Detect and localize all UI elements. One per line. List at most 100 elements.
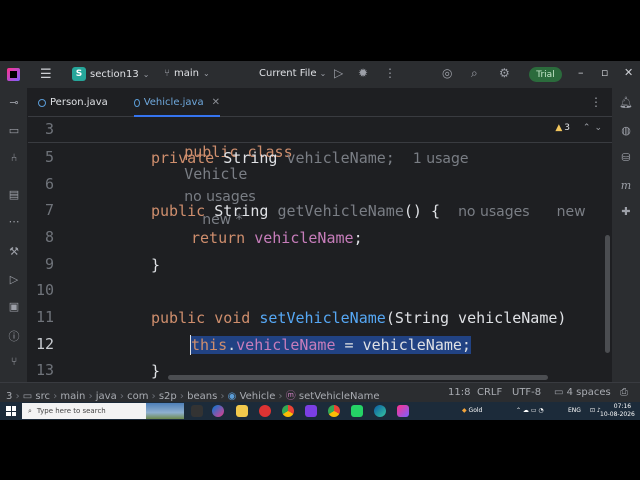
vertical-scrollbar[interactable] bbox=[605, 235, 610, 353]
tray-icons[interactable]: ⌃ ☁ ▭ ◔ bbox=[516, 407, 544, 414]
ai-chat-icon[interactable]: ◍ bbox=[612, 124, 640, 137]
line-number: 5 bbox=[44, 148, 54, 166]
prev-next-highlight-arrows[interactable]: ⌃⌄ bbox=[583, 123, 606, 133]
chrome-icon[interactable] bbox=[328, 405, 340, 417]
code-line: public void setVehicleName(String vehicl… bbox=[151, 309, 567, 327]
right-tool-strip: 🔔︎ ◍ ⛁ m ✚ bbox=[612, 88, 640, 382]
minimize-icon[interactable]: – bbox=[578, 66, 584, 79]
chevron-down-icon: ⌄ bbox=[142, 69, 150, 79]
project-selector[interactable]: S section13 ⌄ bbox=[72, 67, 149, 81]
run-tool-icon[interactable]: ▷ bbox=[0, 273, 28, 286]
plugins-icon[interactable]: ✚ bbox=[612, 205, 640, 218]
branch-name: main bbox=[174, 68, 199, 79]
app-icon[interactable] bbox=[305, 405, 317, 417]
commit-icon[interactable]: ⊸ bbox=[0, 96, 28, 109]
clock[interactable]: 07:16 10-08-2026 bbox=[600, 403, 635, 419]
git-branch-icon: ⑂ bbox=[164, 68, 170, 79]
left-tool-strip: ⊸ ▭ ⑃ ▤ ⋯ ⚒ ▷ ▣ ⓘ ⑂ bbox=[0, 88, 28, 382]
tab-person-java[interactable]: Person.java bbox=[38, 88, 122, 117]
code-editor[interactable]: 3 public class Vehicle no usages new * ▲… bbox=[28, 117, 612, 382]
structure-icon[interactable]: ▤ bbox=[0, 188, 28, 201]
database-icon[interactable]: ⛁ bbox=[612, 151, 640, 164]
branch-selector[interactable]: ⑂ main ⌄ bbox=[164, 68, 210, 79]
usage-hint[interactable]: 1 usage bbox=[413, 151, 469, 167]
project-badge: S bbox=[72, 67, 86, 81]
chevron-down-icon: ⌄ bbox=[319, 69, 327, 78]
chrome-icon[interactable] bbox=[282, 405, 294, 417]
debug-icon[interactable]: ✹ bbox=[358, 66, 368, 80]
windows-start-icon[interactable] bbox=[6, 406, 16, 416]
breadcrumb-item[interactable]: main bbox=[60, 391, 85, 402]
run-configuration-selector[interactable]: Current File ⌄ bbox=[259, 68, 326, 79]
notifications-bell-icon[interactable]: 🔔︎ bbox=[612, 96, 640, 109]
pull-requests-icon[interactable]: ⑃ bbox=[0, 151, 28, 164]
search-highlight-image bbox=[146, 403, 184, 419]
file-explorer-icon[interactable] bbox=[236, 405, 248, 417]
indent-selector[interactable]: ▭ 4 spaces bbox=[554, 387, 611, 398]
hamburger-menu-icon[interactable]: ☰ bbox=[40, 67, 52, 82]
line-number: 12 bbox=[35, 335, 54, 353]
line-number: 8 bbox=[44, 228, 54, 246]
line-number: 9 bbox=[44, 255, 54, 273]
ai-assistant-icon[interactable]: ◎ bbox=[442, 66, 452, 80]
task-view-icon[interactable] bbox=[191, 405, 203, 417]
search-icon: ⌕ bbox=[28, 406, 32, 415]
more-tools-icon[interactable]: ⋯ bbox=[0, 215, 28, 228]
breadcrumb-item[interactable]: beans bbox=[187, 391, 217, 402]
problems-icon[interactable]: ⓘ bbox=[0, 328, 28, 344]
more-actions-icon[interactable]: ⋮ bbox=[384, 66, 396, 80]
line-number: 6 bbox=[44, 175, 54, 193]
title-bar: ☰ S section13 ⌄ ⑂ main ⌄ Current File ⌄ … bbox=[0, 61, 640, 88]
app-icon[interactable] bbox=[259, 405, 271, 417]
project-folder-icon[interactable]: ▭ bbox=[0, 124, 28, 137]
breadcrumb-item[interactable]: com bbox=[127, 391, 148, 402]
language-indicator[interactable]: ENG bbox=[568, 407, 581, 414]
maven-icon[interactable]: m bbox=[612, 179, 640, 192]
build-hammer-icon[interactable]: ⚒ bbox=[0, 245, 28, 258]
editor-tabs: Person.java Vehicle.java ✕ ⋮ bbox=[28, 88, 612, 117]
copilot-icon[interactable] bbox=[212, 405, 224, 417]
warning-icon: ▲ bbox=[555, 123, 563, 133]
code-line: } bbox=[151, 256, 161, 274]
trial-badge[interactable]: Trial bbox=[529, 67, 562, 82]
intellij-logo-icon[interactable] bbox=[7, 68, 20, 81]
whatsapp-icon[interactable] bbox=[351, 405, 363, 417]
tab-options-icon[interactable]: ⋮ bbox=[590, 95, 602, 109]
breadcrumb-item[interactable]: Vehicle bbox=[240, 391, 276, 402]
close-window-icon[interactable]: ✕ bbox=[624, 66, 633, 79]
breadcrumb: 3 › ▭ src › main › java › com › s2p › be… bbox=[6, 391, 380, 402]
search-placeholder: Type here to search bbox=[36, 407, 106, 415]
line-number: 11 bbox=[35, 308, 54, 326]
edge-icon[interactable] bbox=[374, 405, 386, 417]
git-icon[interactable]: ⑂ bbox=[0, 355, 28, 368]
inspection-widget[interactable]: ▲ 3 bbox=[555, 123, 570, 133]
horizontal-scrollbar[interactable] bbox=[168, 375, 548, 380]
sticky-scroll-header: 3 public class Vehicle no usages new * ▲… bbox=[28, 117, 612, 228]
breadcrumb-item[interactable]: src bbox=[35, 391, 50, 402]
line-number: 7 bbox=[44, 201, 54, 219]
intellij-taskbar-icon[interactable] bbox=[397, 405, 409, 417]
line-separator[interactable]: CRLF bbox=[477, 387, 502, 398]
breadcrumb-item[interactable]: s2p bbox=[159, 391, 177, 402]
breadcrumb-item[interactable]: java bbox=[96, 391, 117, 402]
breadcrumb-item[interactable]: 3 bbox=[6, 391, 12, 402]
lock-icon[interactable]: ⎙ bbox=[620, 387, 628, 398]
project-name: section13 bbox=[90, 68, 139, 80]
indent-label: 4 spaces bbox=[566, 387, 611, 398]
author-hint: new bbox=[556, 204, 586, 220]
tab-vehicle-java[interactable]: Vehicle.java ✕ bbox=[134, 88, 220, 117]
weather-widget[interactable]: ◆ Gold bbox=[462, 407, 482, 414]
settings-gear-icon[interactable]: ⚙ bbox=[499, 66, 510, 80]
run-icon[interactable]: ▷ bbox=[334, 66, 343, 80]
breadcrumb-item[interactable]: setVehicleName bbox=[299, 391, 380, 402]
terminal-icon[interactable]: ▣ bbox=[0, 300, 28, 313]
close-tab-icon[interactable]: ✕ bbox=[212, 97, 220, 108]
usage-hint[interactable]: no usages bbox=[458, 204, 529, 220]
code-line: private String vehicleName; 1 usage bbox=[151, 149, 469, 167]
maximize-icon[interactable]: ▫ bbox=[601, 66, 608, 79]
cursor-position[interactable]: 11:8 bbox=[448, 387, 470, 398]
file-encoding[interactable]: UTF-8 bbox=[512, 387, 541, 398]
line-number: 3 bbox=[44, 120, 54, 138]
method-icon: ⓜ bbox=[285, 391, 296, 402]
search-icon[interactable]: ⌕ bbox=[471, 66, 478, 81]
